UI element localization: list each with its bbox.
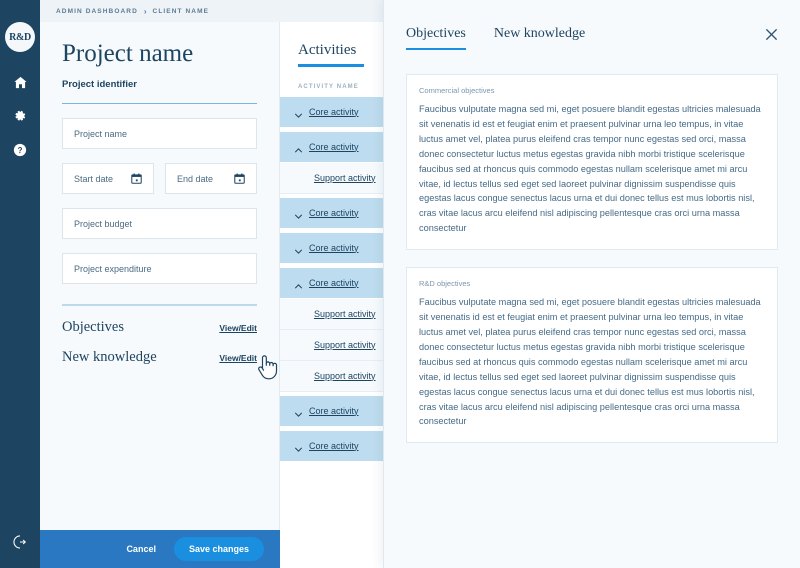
breadcrumb-item-0[interactable]: ADMIN DASHBOARD [56,8,138,15]
commercial-objectives-card: Commercial objectives Faucibus vulputate… [406,74,778,251]
logout-icon[interactable] [12,534,28,550]
activities-panel: Activities ACTIVITY NAME Core activity Co… [280,22,383,568]
help-icon[interactable]: ? [12,142,28,158]
calendar-icon[interactable] [131,173,142,184]
objectives-label: Objectives [62,318,125,335]
end-date-value: End date [177,173,214,184]
app-root: R&D ? ADMIN DASHBOARD › CLIENT NAME Proj… [0,0,800,568]
nav-icon-group: ? [12,74,28,158]
core-activity-row[interactable]: Core activity [280,96,383,128]
objectives-view-edit-link[interactable]: View/Edit [219,323,257,333]
activity-name-link[interactable]: Core activity [309,208,359,218]
support-activity-row[interactable]: Support activity [280,329,383,361]
activity-name-link[interactable]: Support activity [314,173,376,183]
new-knowledge-label: New knowledge [62,348,157,365]
chevron-down-icon[interactable] [294,243,303,254]
chevron-up-icon[interactable] [294,278,303,289]
activity-name-link[interactable]: Core activity [309,243,359,253]
activities-title: Activities [298,42,357,58]
start-date-field[interactable]: Start date [62,163,154,195]
rd-objectives-label: R&D objectives [419,279,471,289]
objectives-modal: Objectives New knowledge Commercial obje… [383,0,800,568]
project-name-field[interactable]: Project name [62,118,257,150]
activities-title-underline [298,64,364,67]
chevron-down-icon[interactable] [294,406,303,417]
tab-new-knowledge[interactable]: New knowledge [494,26,585,50]
svg-text:?: ? [18,146,23,155]
activities-header: Activities [280,22,383,67]
project-identifier-label: Project identifier [62,78,137,90]
section-divider [62,304,257,306]
new-knowledge-row: New knowledge View/Edit [62,349,257,366]
gear-icon[interactable] [12,108,28,124]
title-divider [62,102,257,105]
end-date-field[interactable]: End date [165,163,257,195]
tab-objectives[interactable]: Objectives [406,26,466,50]
nav-rail: R&D ? [0,0,40,568]
project-expenditure-field[interactable]: Project expenditure [62,253,257,285]
project-budget-value: Project budget [74,218,133,229]
core-activity-row[interactable]: Core activity [280,197,383,229]
support-activity-row[interactable]: Support activity [280,162,383,194]
modal-tab-bar: Objectives New knowledge [384,0,800,62]
core-activity-row[interactable]: Core activity [280,131,383,163]
chevron-right-icon: › [143,6,147,16]
activity-name-column-header: ACTIVITY NAME [298,83,359,90]
activity-name-link[interactable]: Support activity [314,371,376,381]
form-action-bar: Cancel Save changes [40,530,280,568]
core-activity-row[interactable]: Core activity [280,232,383,264]
rd-objectives-text[interactable]: Faucibus vulputate magna sed mi, eget po… [419,295,765,429]
support-activity-row[interactable]: Support activity [280,360,383,392]
chevron-down-icon[interactable] [294,107,303,118]
core-activity-row[interactable]: Core activity [280,395,383,427]
project-budget-field[interactable]: Project budget [62,208,257,240]
new-knowledge-view-edit-link[interactable]: View/Edit [219,353,257,363]
activity-name-link[interactable]: Core activity [309,142,359,152]
page-title: Project name [62,40,194,67]
activity-name-link[interactable]: Core activity [309,107,359,117]
objectives-row: Objectives View/Edit [62,319,257,336]
calendar-icon[interactable] [234,173,245,184]
modal-body: Commercial objectives Faucibus vulputate… [384,62,800,444]
core-activity-row[interactable]: Core activity [280,267,383,299]
activity-name-link[interactable]: Core activity [309,441,359,451]
support-activity-row[interactable]: Support activity [280,298,383,330]
close-icon[interactable] [765,28,779,42]
breadcrumb-item-1[interactable]: CLIENT NAME [153,8,210,15]
activity-name-link[interactable]: Core activity [309,406,359,416]
commercial-objectives-label: Commercial objectives [419,86,495,95]
home-icon[interactable] [12,74,28,90]
activity-name-link[interactable]: Core activity [309,278,359,288]
activity-list: Core activity Core activity Support activi… [280,96,383,462]
commercial-objectives-text[interactable]: Faucibus vulputate magna sed mi, eget po… [419,102,765,236]
project-expenditure-value: Project expenditure [74,263,152,274]
date-field-row: Start date End date [62,149,257,195]
chevron-down-icon[interactable] [294,441,303,452]
chevron-up-icon[interactable] [294,142,303,153]
rd-objectives-card: R&D objectives Faucibus vulputate magna … [406,267,778,444]
activity-name-link[interactable]: Support activity [314,340,376,350]
core-activity-row[interactable]: Core activity [280,430,383,462]
activity-name-link[interactable]: Support activity [314,309,376,319]
start-date-value: Start date [74,173,114,184]
project-form-panel: Project name Project identifier Project … [40,22,280,568]
logo[interactable]: R&D [5,22,35,52]
cancel-button[interactable]: Cancel [120,540,162,558]
project-name-value: Project name [74,128,128,139]
save-changes-button[interactable]: Save changes [173,537,264,561]
chevron-down-icon[interactable] [294,208,303,219]
